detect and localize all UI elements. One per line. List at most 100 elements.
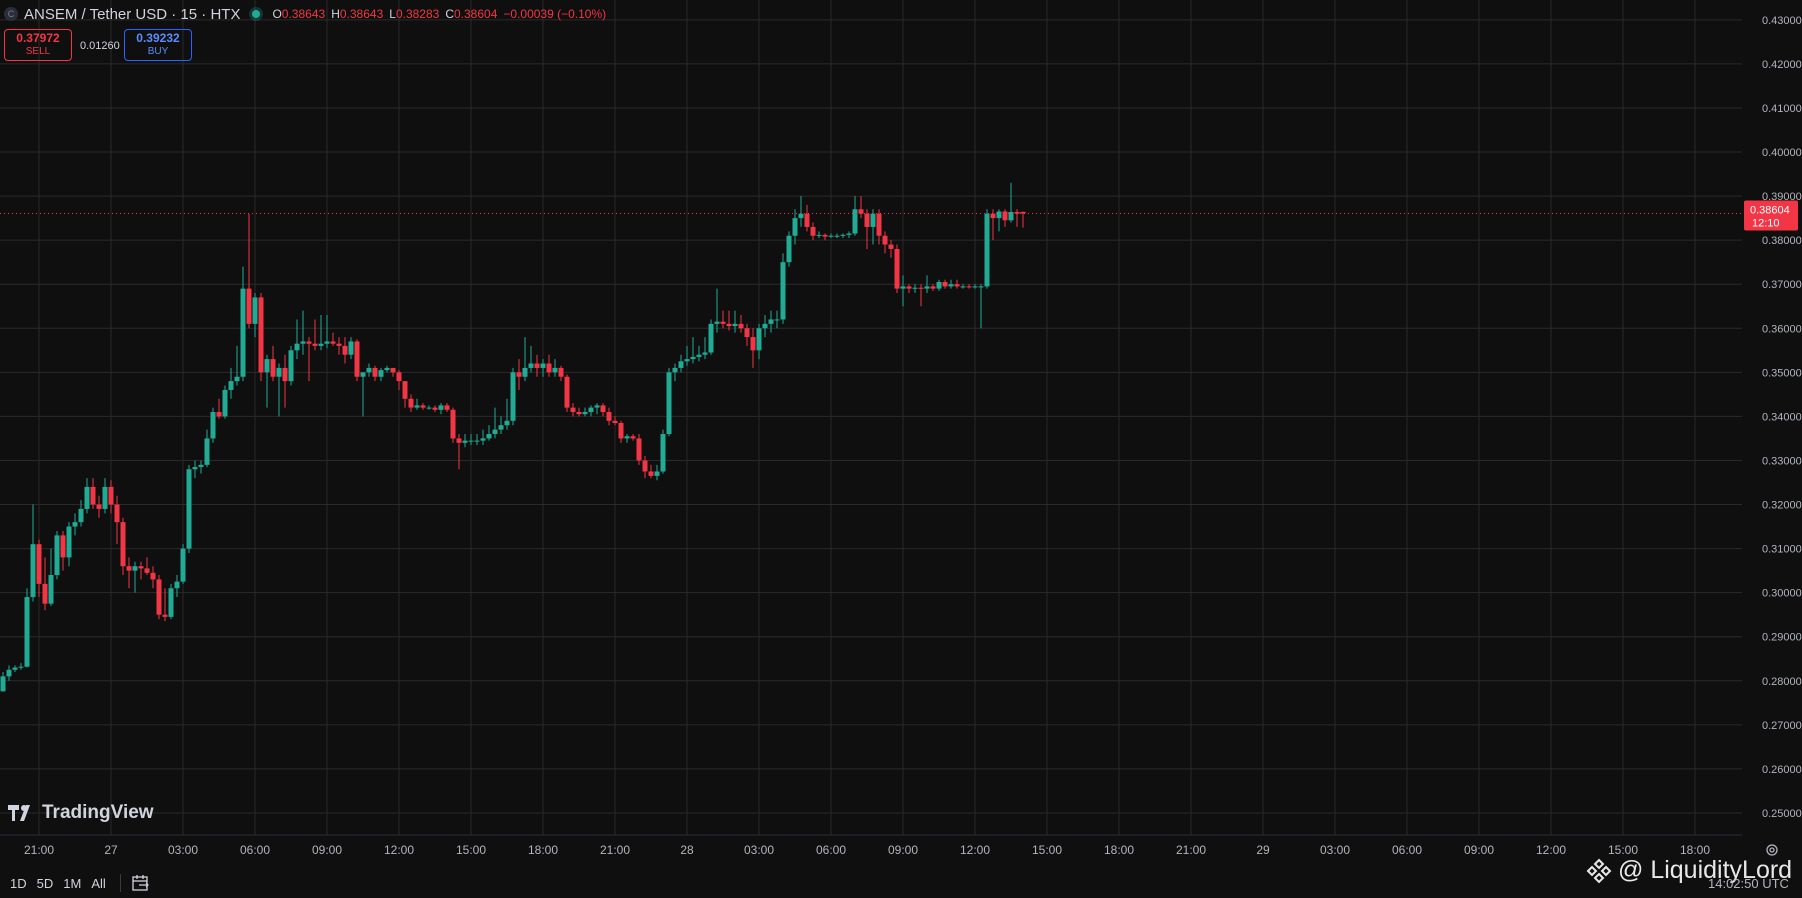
candle-up	[816, 234, 822, 236]
date-range-icon[interactable]	[131, 874, 151, 892]
candle-down	[336, 343, 342, 346]
candle-up	[348, 341, 354, 355]
market-status-icon[interactable]	[252, 10, 261, 18]
candle-down	[576, 411, 582, 415]
candle-up	[696, 354, 702, 357]
time-tick-label: 15:00	[456, 843, 486, 857]
candle-down	[750, 337, 756, 351]
candle-down	[372, 367, 378, 377]
candle-down	[312, 343, 318, 346]
candle-down	[618, 423, 624, 439]
time-tick-label: 09:00	[888, 843, 918, 857]
symbol-logo-icon[interactable]: C	[4, 7, 18, 21]
candle-down	[402, 381, 408, 399]
range-1m-button[interactable]: 1M	[63, 876, 81, 891]
candle-up	[522, 367, 528, 377]
candle-up	[198, 464, 204, 468]
tradingview-logo[interactable]: TradingView	[8, 802, 154, 824]
candle-down	[600, 405, 606, 412]
high-value: 0.38643	[339, 7, 384, 21]
tradingview-logo-icon	[8, 805, 30, 821]
candle-up	[18, 666, 24, 668]
range-5d-button[interactable]: 5D	[37, 876, 54, 891]
candle-down	[114, 504, 120, 523]
chart-grid	[0, 0, 1742, 836]
candle-up	[378, 370, 384, 377]
symbol-title[interactable]: ANSEM / Tether USD · 15 · HTX	[24, 6, 240, 23]
utc-clock[interactable]: 14:02:50 UTC	[1708, 876, 1789, 891]
time-tick-label: 21:00	[600, 843, 630, 857]
time-tick-label: 28	[680, 843, 694, 857]
buy-button[interactable]: 0.39232 BUY	[124, 29, 192, 61]
range-1d-button[interactable]: 1D	[10, 876, 27, 891]
candle-up	[498, 425, 504, 430]
sell-button[interactable]: 0.37972 SELL	[4, 29, 72, 61]
candle-up	[240, 288, 246, 377]
candle-down	[270, 359, 276, 377]
buy-label: BUY	[147, 46, 169, 57]
candle-up	[222, 389, 228, 417]
candle-down	[558, 367, 564, 377]
candle-up	[192, 467, 198, 470]
candle-up	[480, 438, 486, 441]
candle-up	[768, 319, 774, 324]
price-tick-label: 0.33000	[1762, 455, 1802, 467]
sell-label: SELL	[25, 46, 51, 57]
candle-up	[54, 535, 60, 576]
candle-up	[960, 286, 966, 288]
candle-up	[792, 218, 798, 236]
candle-down	[306, 341, 312, 344]
candlestick-chart[interactable]: 0.430000.420000.410000.400000.390000.380…	[0, 0, 1802, 898]
candle-down	[990, 213, 996, 219]
candle-up	[798, 213, 804, 219]
candle-up	[972, 286, 978, 288]
price-tick-label: 0.28000	[1762, 676, 1802, 688]
candle-up	[30, 544, 36, 598]
range-all-button[interactable]: All	[91, 876, 105, 891]
candle-up	[228, 381, 234, 390]
time-tick-label: 06:00	[1392, 843, 1422, 857]
candle-up	[438, 405, 444, 410]
close-value: 0.38604	[454, 7, 498, 21]
high-label: H	[331, 7, 340, 21]
time-tick-label: 12:00	[960, 843, 990, 857]
time-tick-label: 09:00	[312, 843, 342, 857]
candle-up	[540, 363, 546, 368]
time-tick-label: 03:00	[1320, 843, 1350, 857]
candle-up	[264, 359, 270, 373]
price-tick-label: 0.31000	[1762, 544, 1802, 556]
candle-down	[954, 284, 960, 287]
candle-down	[810, 226, 816, 236]
low-label: L	[389, 7, 396, 21]
candle-up	[870, 213, 876, 227]
candle-up	[582, 411, 588, 415]
candle-up	[774, 319, 780, 321]
candle-up	[984, 213, 990, 287]
time-axis: 21:00 27 03:00 06:00 09:00 12:00 15:00 18:00 21:…	[24, 843, 1710, 857]
price-tick-label: 0.43000	[1762, 15, 1802, 27]
candle-down	[138, 566, 144, 569]
candle-down	[60, 535, 66, 558]
candle-down	[408, 398, 414, 408]
low-value: 0.38283	[395, 7, 440, 21]
candle-up	[474, 440, 480, 442]
candle-down	[420, 405, 426, 408]
candle-up	[924, 286, 930, 289]
candle-up	[0, 676, 6, 692]
candle-up	[360, 372, 366, 377]
ohlc-legend: O0.38643 H0.38643 L0.38283 C0.38604 −0.0…	[272, 7, 606, 21]
candle-down	[1002, 211, 1008, 221]
candle-down	[216, 411, 222, 417]
candle-up	[834, 235, 840, 237]
candle-down	[36, 544, 42, 584]
change-value: −0.00039 (−0.10%)	[503, 7, 607, 21]
time-tick-label: 18:00	[1104, 843, 1134, 857]
candle-up	[204, 438, 210, 465]
candle-up	[588, 407, 594, 412]
time-tick-label: 15:00	[1608, 843, 1638, 857]
candle-down	[450, 409, 456, 439]
time-tick-label: 18:00	[1680, 843, 1710, 857]
candle-up	[786, 235, 792, 263]
candle-down	[156, 579, 162, 615]
candle-up	[684, 359, 690, 362]
